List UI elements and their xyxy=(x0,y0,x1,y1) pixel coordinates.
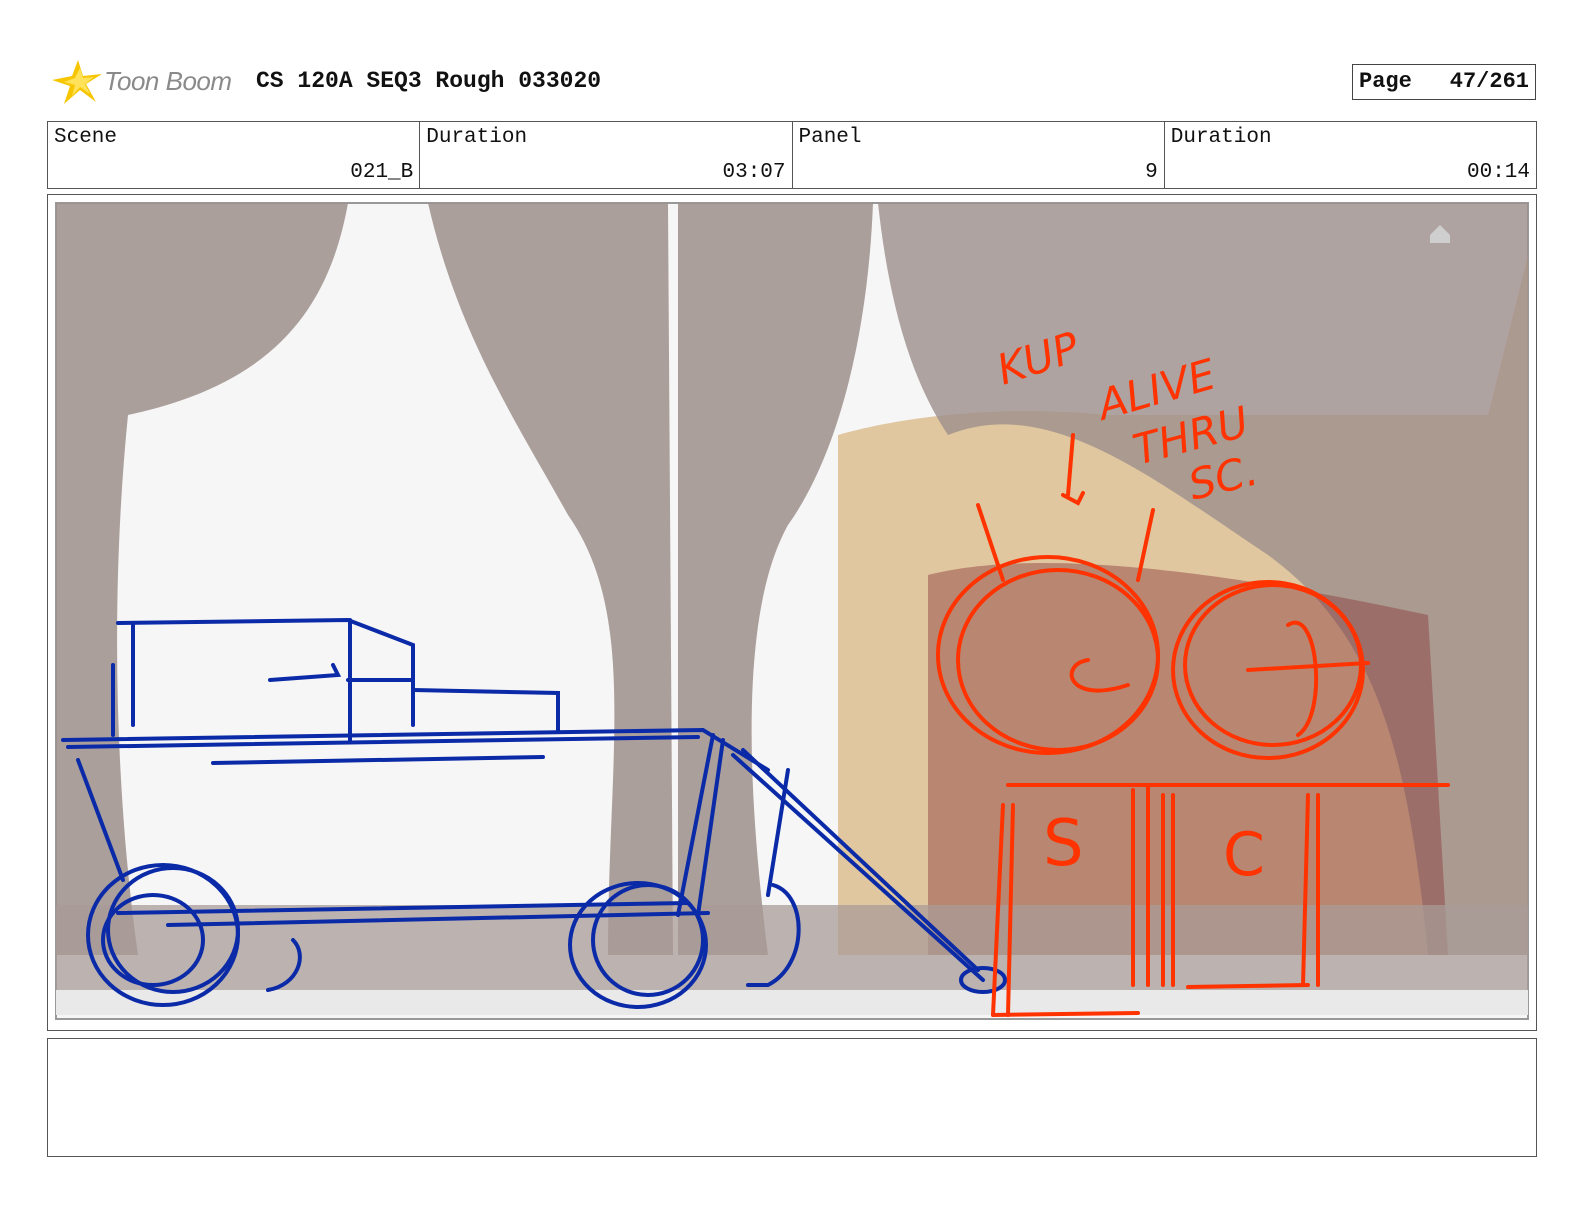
page-label: Page xyxy=(1359,69,1412,94)
panel-value: 9 xyxy=(1145,161,1158,184)
panel-label: Panel xyxy=(798,126,862,149)
document-title: CS 120A SEQ3 Rough 033020 xyxy=(256,68,602,94)
scene-cell: Scene 021_B xyxy=(48,122,421,188)
label-c: C xyxy=(1223,820,1265,890)
scene-duration-value: 03:07 xyxy=(722,161,786,184)
page-indicator: Page 47/261 xyxy=(1352,64,1536,100)
panel-artwork: KUP ALIVE THRU SC. S C xyxy=(55,202,1529,1020)
label-s: S xyxy=(1043,807,1084,881)
panel-cell: Panel 9 xyxy=(793,122,1165,188)
scene-value: 021_B xyxy=(350,161,414,184)
scene-info-row: Scene 021_B Duration 03:07 Panel 9 Durat… xyxy=(47,121,1537,189)
floor-edge xyxy=(56,990,1528,1015)
storyboard-panel: KUP ALIVE THRU SC. S C xyxy=(47,194,1537,1031)
toon-boom-logo: Toon Boom xyxy=(50,56,240,108)
toon-boom-star-icon xyxy=(52,60,102,104)
panel-notes-box xyxy=(47,1038,1537,1157)
panel-duration-label: Duration xyxy=(1170,126,1272,149)
scene-duration-cell: Duration 03:07 xyxy=(420,122,793,188)
scene-duration-label: Duration xyxy=(426,126,528,149)
panel-duration-cell: Duration 00:14 xyxy=(1165,122,1536,188)
scene-label: Scene xyxy=(54,126,118,149)
panel-duration-value: 00:14 xyxy=(1466,161,1530,184)
logo-text: Toon Boom xyxy=(104,66,232,96)
page-number: 47/261 xyxy=(1449,69,1529,94)
